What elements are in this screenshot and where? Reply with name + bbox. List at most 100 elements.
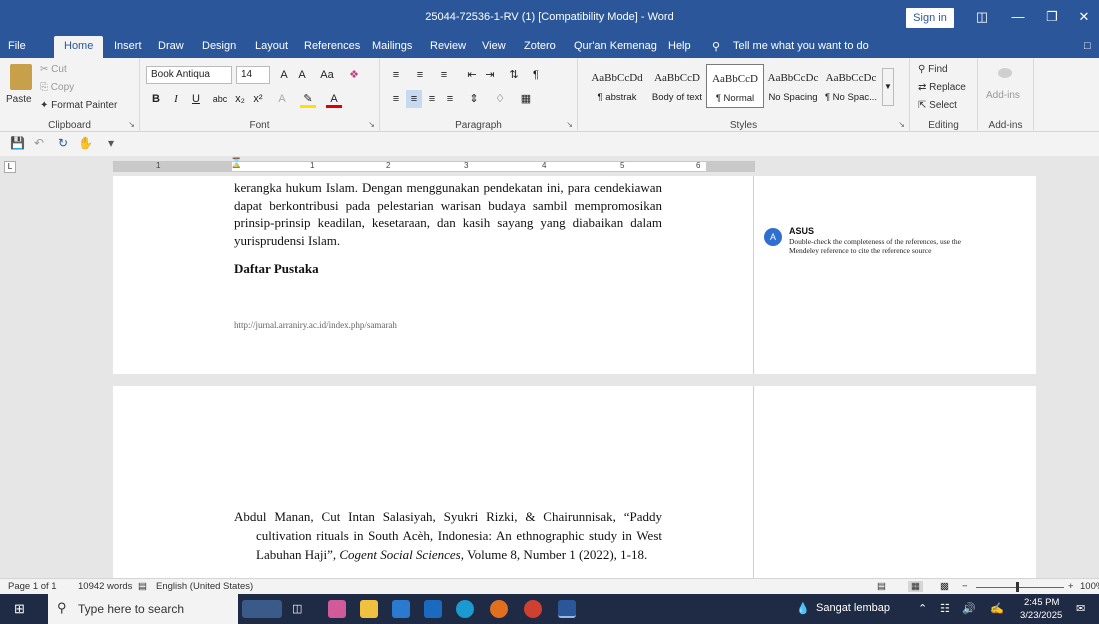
tab-home[interactable]: Home [54,36,104,58]
paste-button[interactable]: Paste [6,94,32,105]
taskbar-search[interactable]: ⚲ Type here to search [48,594,238,624]
customize-qat-icon[interactable]: ▾ [108,136,114,150]
chrome-icon[interactable] [524,600,542,618]
decrease-indent-icon[interactable]: ⇤ [464,66,480,84]
minimize-icon[interactable]: — [1004,6,1032,28]
align-left-icon[interactable]: ≡ [388,90,404,108]
justify-icon[interactable]: ≡ [442,90,458,108]
file-explorer-icon[interactable] [360,600,378,618]
tab-review[interactable]: Review [430,40,466,52]
superscript-icon[interactable]: x² [250,90,266,108]
tab-draw[interactable]: Draw [158,40,184,52]
shading-icon[interactable]: ♢ [492,90,508,108]
tab-selector-icon[interactable]: L [4,161,16,173]
indent-marker-icon[interactable]: ⌛ [230,158,242,169]
weather-widget-icon[interactable] [242,600,282,618]
tab-help[interactable]: Help [668,40,691,52]
bullets-icon[interactable]: ≡ [388,66,404,84]
zoom-out-icon[interactable]: − [962,581,968,592]
body-paragraph[interactable]: kerangka hukum Islam. Dengan menggunakan… [234,179,662,249]
styles-more-icon[interactable]: ▼ [882,68,894,106]
restore-icon[interactable]: ❐ [1038,6,1066,28]
strikethrough-icon[interactable]: abc [210,90,230,108]
style-abstrak[interactable]: AaBbCcDd ¶ abstrak [588,64,646,108]
italic-icon[interactable]: I [168,90,184,108]
print-layout-icon[interactable]: ▦ [908,581,923,592]
select-button[interactable]: ⇱ Select [918,100,957,111]
addins-icon[interactable] [998,68,1012,78]
close-icon[interactable]: ✕ [1070,6,1098,28]
increase-indent-icon[interactable]: ⇥ [482,66,498,84]
pen-icon[interactable]: ✍ [990,602,1004,615]
multilevel-list-icon[interactable]: ≡ [436,66,452,84]
highlight-icon[interactable]: ✎ [300,90,316,108]
tab-mailings[interactable]: Mailings [372,40,412,52]
word-count[interactable]: 10942 words [78,581,132,592]
copy-button[interactable]: ⎘ Copy [40,82,74,93]
cut-button[interactable]: ✂ Cut [40,64,67,75]
network-icon[interactable]: ☷ [940,602,950,615]
format-painter-button[interactable]: ✦ Format Painter [40,100,117,111]
clear-formatting-icon[interactable]: ❖ [346,66,362,84]
change-case-icon[interactable]: Aa [316,66,338,84]
replace-button[interactable]: ⇄ Replace [918,82,966,93]
style-no-spacing[interactable]: AaBbCcDc No Spacing [764,64,822,108]
underline-icon[interactable]: U [188,90,204,108]
comments-icon[interactable]: □ [1084,40,1091,52]
font-color-icon[interactable]: A [326,90,342,108]
tab-zotero[interactable]: Zotero [524,40,556,52]
bold-icon[interactable]: B [148,90,164,108]
undo-icon[interactable]: ↶ [34,136,44,150]
text-effects-icon[interactable]: A [274,90,290,108]
tab-file[interactable]: File [8,40,26,52]
outlook-icon[interactable] [424,600,442,618]
copilot-icon[interactable] [328,600,346,618]
style-no-spac[interactable]: AaBbCcDc ¶ No Spac... [822,64,880,108]
comment-text[interactable]: Double-check the completeness of the ref… [789,237,989,255]
sign-in-button[interactable]: Sign in [906,8,954,28]
align-right-icon[interactable]: ≡ [424,90,440,108]
page-count[interactable]: Page 1 of 1 [8,581,57,592]
read-mode-icon[interactable]: ▤ [877,581,886,592]
clipboard-launcher-icon[interactable]: ↘ [128,120,135,129]
sort-icon[interactable]: ⇅ [506,66,522,84]
zoom-level[interactable]: 100% [1080,581,1099,592]
tray-chevron-icon[interactable]: ⌃ [918,602,927,615]
tab-quran-kemenag[interactable]: Qur'an Kemenag [574,40,657,52]
redo-icon[interactable]: ↻ [58,136,68,150]
store-icon[interactable] [392,600,410,618]
paste-icon[interactable] [10,64,32,90]
font-size-combo[interactable]: 14 [236,66,270,84]
shrink-font-icon[interactable]: A [294,66,310,84]
style-normal[interactable]: AaBbCcD ¶ Normal [706,64,764,108]
subscript-icon[interactable]: x₂ [232,90,248,108]
find-button[interactable]: ⚲ Find [918,64,948,75]
tab-view[interactable]: View [482,40,506,52]
firefox-icon[interactable] [490,600,508,618]
ribbon-display-icon[interactable]: ◫ [968,6,996,28]
font-launcher-icon[interactable]: ↘ [368,120,375,129]
web-layout-icon[interactable]: ▩ [940,581,949,592]
word-app-icon[interactable] [558,600,576,618]
edge-icon[interactable] [456,600,474,618]
zoom-in-icon[interactable]: + [1068,581,1074,592]
comment-avatar[interactable]: A [764,228,782,246]
tab-design[interactable]: Design [202,40,236,52]
line-spacing-icon[interactable]: ⇕ [466,90,482,108]
show-marks-icon[interactable]: ¶ [528,66,544,84]
windows-start-icon[interactable]: ⊞ [14,601,25,617]
references-heading[interactable]: Daftar Pustaka [234,261,319,277]
numbering-icon[interactable]: ≡ [412,66,428,84]
tell-me-search[interactable]: Tell me what you want to do [733,40,869,52]
paragraph-launcher-icon[interactable]: ↘ [566,120,573,129]
font-name-combo[interactable]: Book Antiqua [146,66,232,84]
horizontal-ruler[interactable]: 1 1 2 3 4 5 6 ⌛ [113,158,755,172]
zoom-slider-thumb[interactable] [1016,582,1019,592]
proofing-icon[interactable]: ▤ [138,581,147,592]
tab-layout[interactable]: Layout [255,40,288,52]
grow-font-icon[interactable]: A [276,66,292,84]
vertical-scrollbar[interactable] [1094,176,1099,578]
weather-status[interactable]: Sangat lembap [816,602,890,614]
lightbulb-icon[interactable]: ⚲ [712,40,720,53]
zoom-slider[interactable] [976,587,1064,588]
